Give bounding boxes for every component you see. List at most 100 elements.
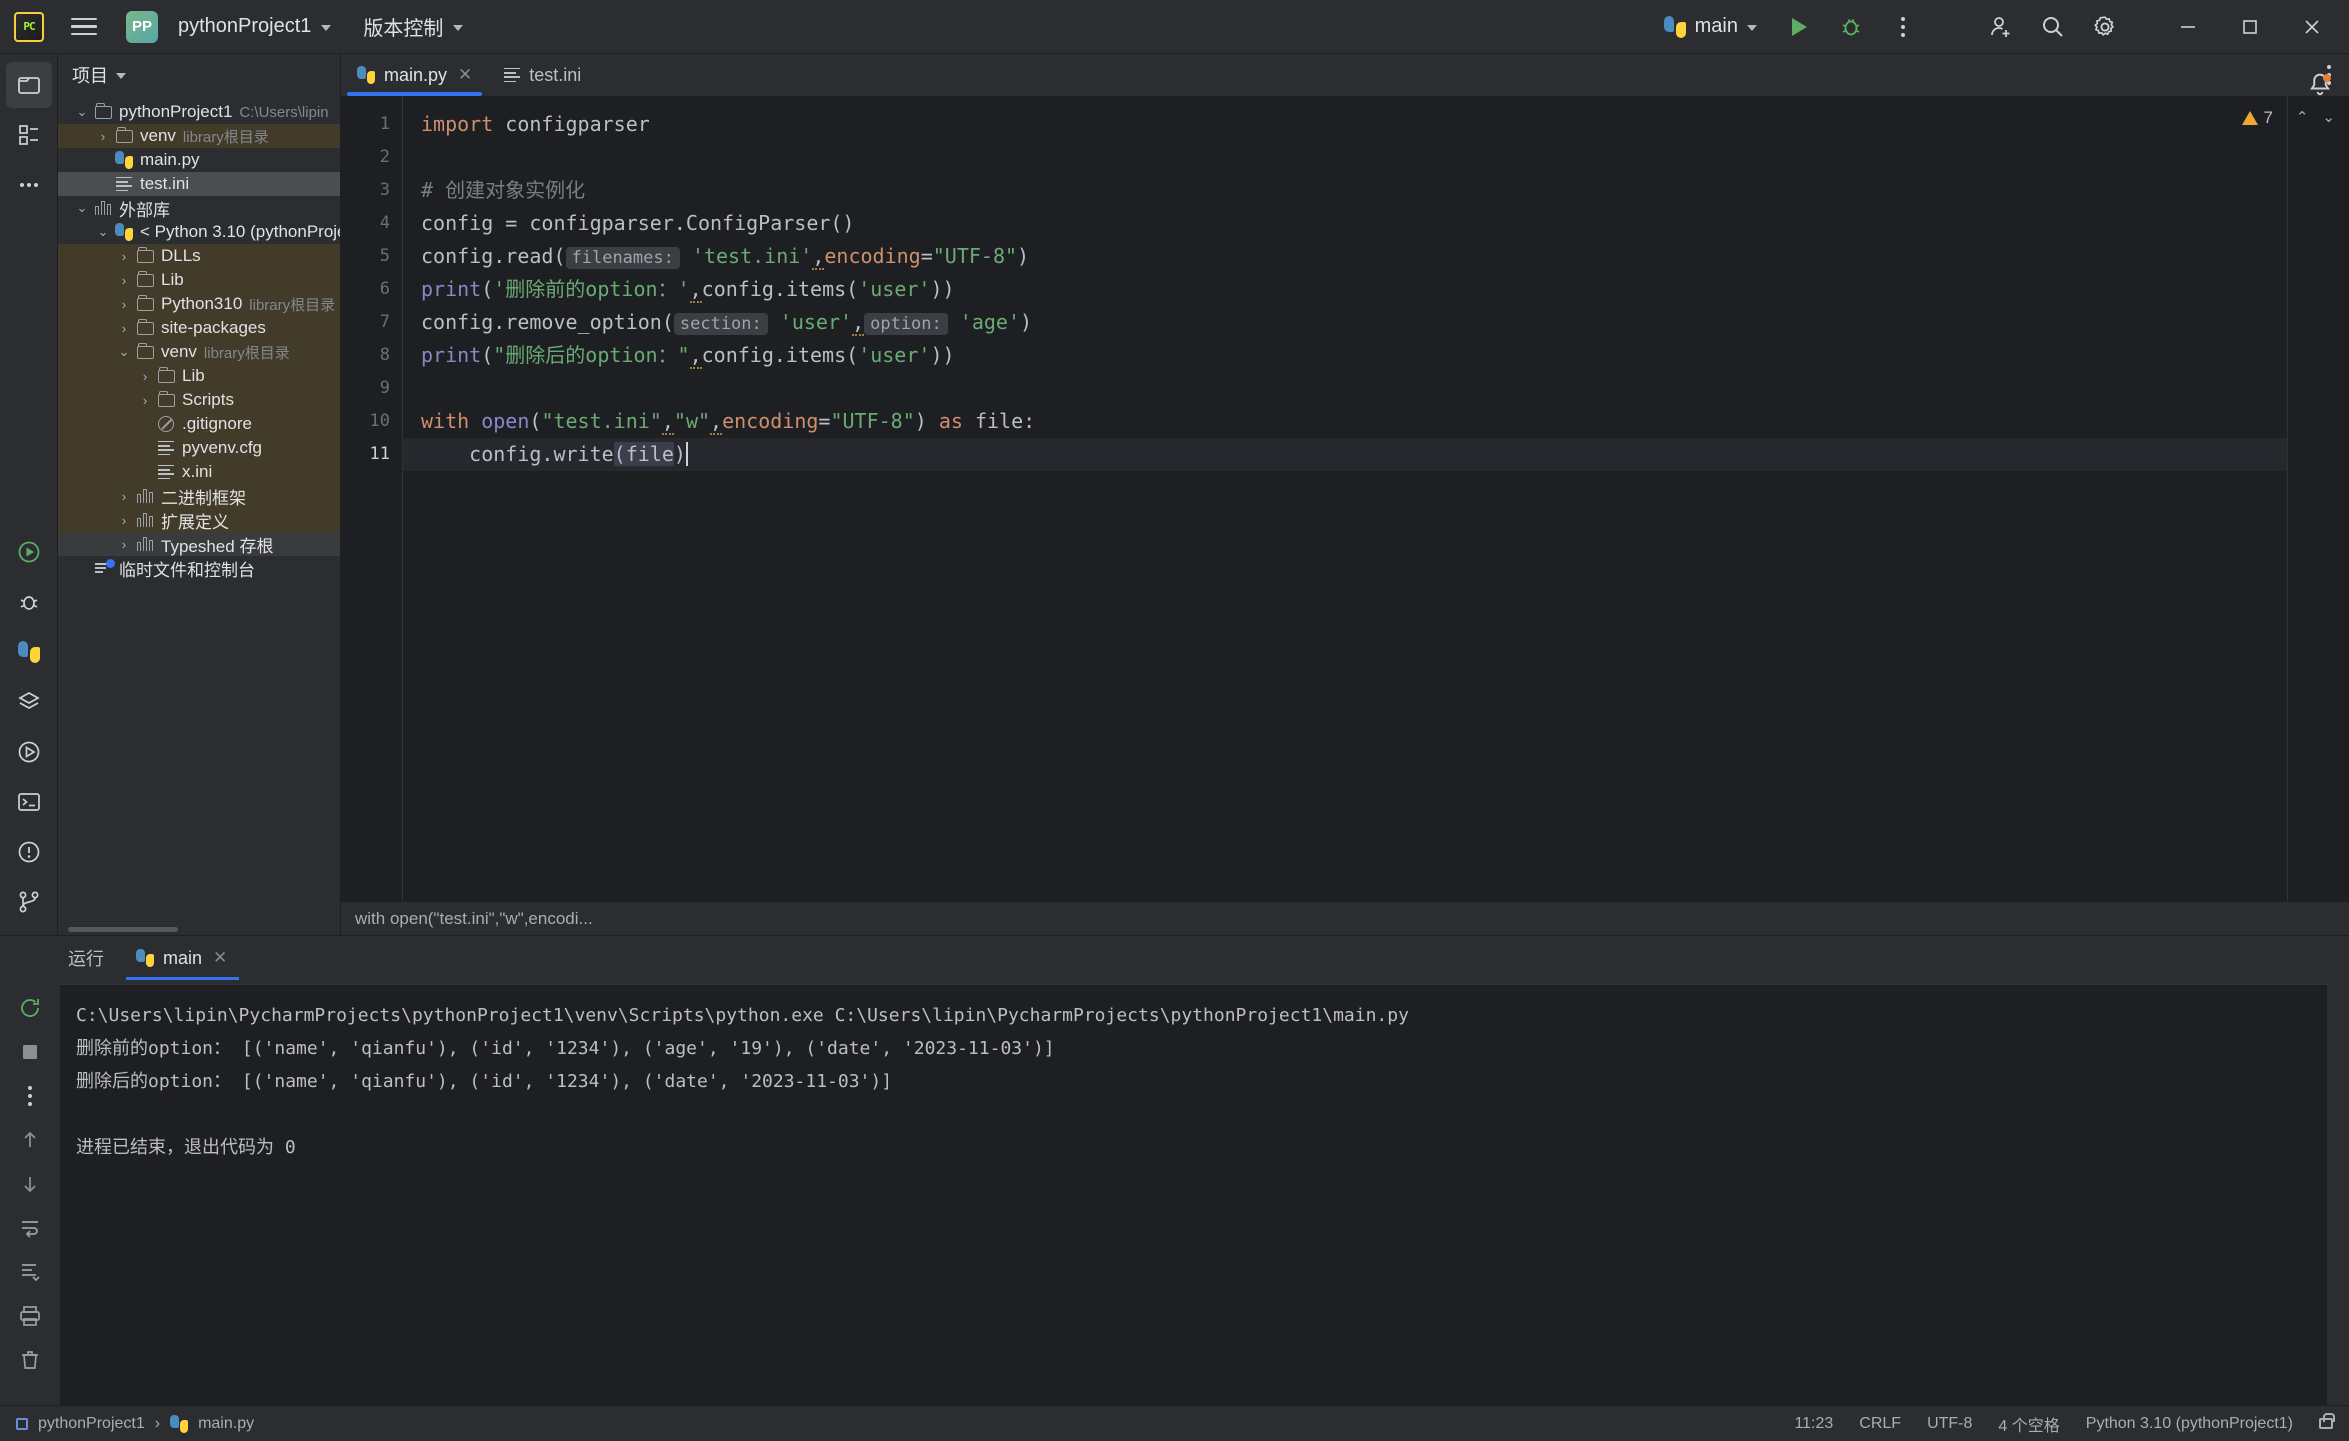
chevron-down-icon[interactable]: ⌄	[72, 200, 92, 216]
unlocked-icon[interactable]	[2319, 1413, 2335, 1429]
code-line[interactable]: config.read(filenames: 'test.ini',encodi…	[421, 240, 2287, 273]
chevron-right-icon[interactable]: ›	[114, 321, 134, 336]
code-line[interactable]: import configparser	[421, 108, 2287, 141]
code-line[interactable]: print("删除后的option：",config.items('user')…	[421, 339, 2287, 372]
close-button[interactable]	[2281, 0, 2343, 54]
rerun-button[interactable]	[8, 988, 52, 1028]
inspection-warnings-badge[interactable]: 7	[2241, 108, 2273, 128]
chevron-down-icon[interactable]: ⌄	[2322, 108, 2335, 126]
close-icon[interactable]: ✕	[456, 65, 474, 85]
tree-node-x.ini[interactable]: x.ini	[58, 460, 340, 484]
tree-node-.gitignore[interactable]: .gitignore	[58, 412, 340, 436]
more-actions-button[interactable]	[1877, 5, 1929, 49]
tree-node-main.py[interactable]: main.py	[58, 148, 340, 172]
chevron-right-icon[interactable]: ›	[114, 489, 134, 504]
chevron-down-icon[interactable]: ⌄	[72, 104, 92, 120]
tab-main-py[interactable]: main.py ✕	[341, 54, 488, 96]
soft-wrap-button[interactable]	[8, 1208, 52, 1248]
settings-button[interactable]	[2079, 5, 2131, 49]
code-line[interactable]: print('删除前的option：',config.items('user')…	[421, 273, 2287, 306]
chevron-right-icon[interactable]: ›	[114, 513, 134, 528]
cursor-position[interactable]: 11:23	[1794, 1415, 1833, 1433]
scroll-to-end-button[interactable]	[8, 1252, 52, 1292]
project-tree[interactable]: ⌄ pythonProject1 C:\Users\lipin › venv librar…	[58, 96, 340, 925]
run-button[interactable]	[1773, 5, 1825, 49]
tree-node-Python310[interactable]: › Python310 library根目录	[58, 292, 340, 316]
project-selector[interactable]: PP pythonProject1	[116, 5, 341, 49]
run-tab-title[interactable]: 运行	[52, 936, 120, 980]
code-pane[interactable]: 1 2 3 4 5 6 7 8 9 10 11 import configparser # 创建对象…	[341, 96, 2287, 901]
indent-setting[interactable]: 4 个空格	[1998, 1412, 2059, 1436]
interpreter-selector[interactable]: Python 3.10 (pythonProject1)	[2086, 1415, 2293, 1433]
debug-button[interactable]	[1825, 5, 1877, 49]
code-line[interactable]: # 创建对象实例化	[421, 174, 2287, 207]
run-configuration-selector[interactable]: main	[1654, 9, 1767, 44]
sidebar-item-project[interactable]	[5, 62, 52, 108]
chevron-right-icon[interactable]: ›	[135, 393, 155, 408]
vcs-menu[interactable]: 版本控制	[353, 6, 473, 47]
code-line[interactable]	[421, 372, 2287, 405]
editor-right-rail[interactable]	[2287, 96, 2349, 901]
chevron-down-icon[interactable]: ⌄	[114, 344, 134, 360]
line-separator[interactable]: CRLF	[1859, 1415, 1901, 1433]
scroll-down-button[interactable]	[8, 1164, 52, 1204]
print-button[interactable]	[8, 1296, 52, 1336]
run-more-button[interactable]	[8, 1076, 52, 1116]
code-line[interactable]: config.write(file)	[403, 438, 2287, 471]
chevron-right-icon[interactable]: ›	[114, 537, 134, 552]
chevron-right-icon[interactable]: ›	[114, 297, 134, 312]
scroll-up-button[interactable]	[8, 1120, 52, 1160]
code-line[interactable]: with open("test.ini","w",encoding="UTF-8…	[421, 405, 2287, 438]
code-line[interactable]: config = configparser.ConfigParser()	[421, 207, 2287, 240]
minimize-button[interactable]	[2157, 0, 2219, 54]
tree-node-Typeshed[interactable]: › Typeshed 存根	[58, 532, 340, 556]
tree-node-venv[interactable]: ⌄ venv library根目录	[58, 340, 340, 364]
search-button[interactable]	[2027, 5, 2079, 49]
chevron-right-icon[interactable]: ›	[135, 369, 155, 384]
tree-node-pyvenv.cfg[interactable]: pyvenv.cfg	[58, 436, 340, 460]
sidebar-item-services[interactable]	[6, 679, 52, 725]
sidebar-item-python-console[interactable]	[6, 729, 52, 775]
sidebar-item-terminal[interactable]	[6, 779, 52, 825]
sidebar-item-commit[interactable]	[6, 112, 52, 158]
chevron-up-icon[interactable]: ⌃	[2296, 108, 2309, 126]
chevron-down-icon[interactable]: ⌄	[93, 224, 113, 240]
tree-node-[interactable]: › 二进制框架	[58, 484, 340, 508]
tree-node-site-packages[interactable]: › site-packages	[58, 316, 340, 340]
tree-node-Python3.10pythonProject1[interactable]: ⌄ < Python 3.10 (pythonProject1)	[58, 220, 340, 244]
sidebar-item-version-control[interactable]	[6, 879, 52, 925]
tree-node-[interactable]: ⌄ 外部库	[58, 196, 340, 220]
tree-node-pythonProject1[interactable]: ⌄ pythonProject1 C:\Users\lipin	[58, 100, 340, 124]
sidebar-item-run[interactable]	[6, 529, 52, 575]
hamburger-menu-icon[interactable]	[58, 5, 110, 49]
code-line[interactable]: config.remove_option(section: 'user', opt…	[421, 306, 2287, 339]
tree-node-[interactable]: › 扩展定义	[58, 508, 340, 532]
sidebar-item-more[interactable]	[6, 162, 52, 208]
sidebar-item-python-packages[interactable]	[6, 629, 52, 675]
notifications-button[interactable]	[2305, 70, 2335, 105]
project-panel-hscrollbar[interactable]	[58, 925, 340, 933]
run-console-output[interactable]: C:\Users\lipin\PycharmProjects\pythonPro…	[60, 984, 2327, 1405]
code-text[interactable]: import configparser # 创建对象实例化 config = co…	[403, 96, 2287, 901]
chevron-right-icon[interactable]: ›	[93, 129, 113, 144]
sidebar-item-problems[interactable]	[6, 829, 52, 875]
chevron-right-icon[interactable]: ›	[114, 249, 134, 264]
tree-node-DLLs[interactable]: › DLLs	[58, 244, 340, 268]
sidebar-item-debug[interactable]	[6, 579, 52, 625]
status-breadcrumb-project[interactable]: pythonProject1	[38, 1415, 145, 1433]
tree-node-Lib[interactable]: › Lib	[58, 268, 340, 292]
run-tab-main[interactable]: main ✕	[120, 936, 245, 980]
project-panel-header[interactable]: 项目	[58, 54, 340, 96]
status-breadcrumb-file[interactable]: main.py	[198, 1415, 254, 1433]
chevron-right-icon[interactable]: ›	[114, 273, 134, 288]
stop-button[interactable]	[8, 1032, 52, 1072]
tree-node-test.ini[interactable]: test.ini	[58, 172, 340, 196]
clear-all-button[interactable]	[8, 1340, 52, 1380]
close-icon[interactable]: ✕	[211, 948, 229, 968]
maximize-button[interactable]	[2219, 0, 2281, 54]
tree-node-Scripts[interactable]: › Scripts	[58, 388, 340, 412]
tree-node-Lib[interactable]: › Lib	[58, 364, 340, 388]
code-line[interactable]	[421, 141, 2287, 174]
add-user-button[interactable]	[1975, 5, 2027, 49]
tree-node-venv[interactable]: › venv library根目录	[58, 124, 340, 148]
